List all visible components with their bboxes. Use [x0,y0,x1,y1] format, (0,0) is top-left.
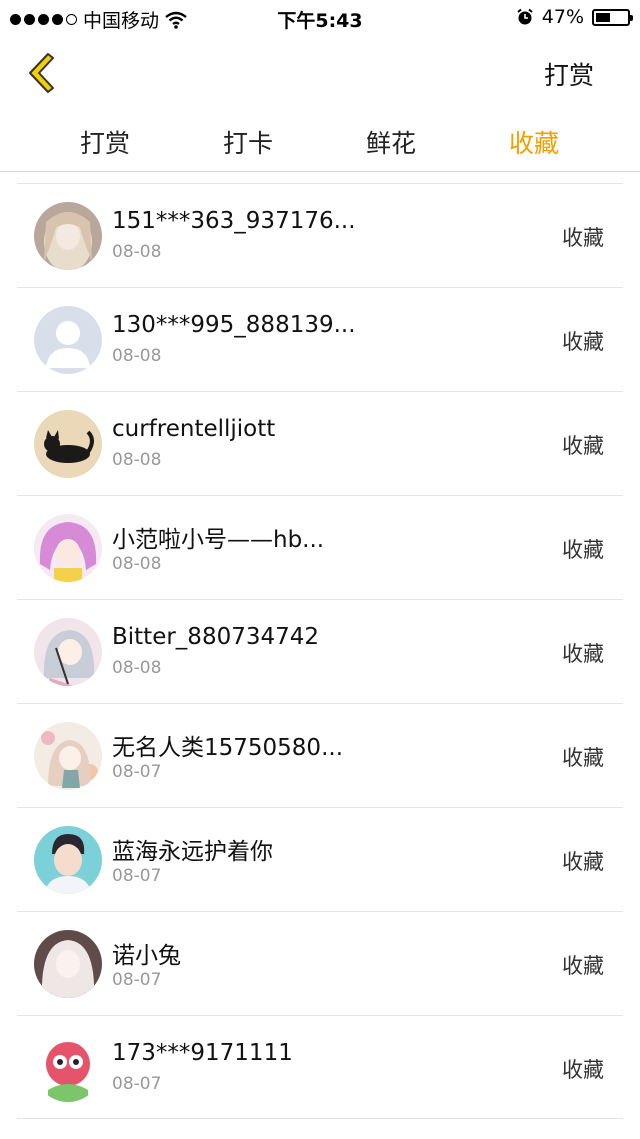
list-item[interactable]: 173***9171111 08-07 收藏 [17,1015,623,1119]
item-date: 08-07 [112,1074,162,1094]
reward-button[interactable]: 打赏 [544,56,594,92]
avatar-anime-silver-icon[interactable] [34,618,102,686]
avatar-black-cat-icon[interactable] [34,410,102,478]
item-action-label: 收藏 [562,954,604,978]
item-date: 08-08 [112,242,162,262]
tab-favorites[interactable]: 收藏 [509,124,559,160]
status-right: 47% [516,6,633,28]
list-item[interactable]: 无名人类15750580... 08-07 收藏 [17,703,623,807]
item-action-label: 收藏 [562,850,604,874]
item-username: 130***995_888139... [112,312,356,338]
list-item[interactable]: curfrentelljiott 08-08 收藏 [17,391,623,495]
item-username: 诺小兔 [112,943,181,969]
avatar-anime-girl-icon[interactable] [34,202,102,270]
item-username: 173***9171111 [112,1040,293,1066]
status-bar: 中国移动 下午5:43 47% [0,0,640,36]
list-item[interactable]: 130***995_888139... 08-08 收藏 [17,287,623,391]
nav-bar: 打赏 [0,36,640,108]
tab-bar: 打赏 打卡 鲜花 收藏 [0,108,640,170]
item-username: 无名人类15750580... [112,735,343,761]
item-action-label: 收藏 [562,1058,604,1082]
alarm-clock-icon [516,8,534,26]
item-action-label: 收藏 [562,434,604,458]
item-action-label: 收藏 [562,746,604,770]
list-item[interactable]: Bitter_880734742 08-08 收藏 [17,599,623,703]
chevron-left-icon [29,53,54,93]
item-action-label: 收藏 [562,226,604,250]
favorites-list: 151***363_937176... 08-08 收藏 130***995_8… [17,183,623,1119]
item-username: 小范啦小号——hb... [112,527,325,553]
item-username: 151***363_937176... [112,208,356,234]
header-divider [0,171,640,172]
list-item[interactable]: 151***363_937176... 08-08 收藏 [17,183,623,287]
avatar-anime-white-hair-icon[interactable] [34,930,102,998]
item-username: curfrentelljiott [112,416,276,442]
battery-fill [596,12,611,22]
item-action-label: 收藏 [562,642,604,666]
avatar-cartoon-mascot-icon[interactable] [34,1034,102,1102]
avatar-boy-icon[interactable] [34,826,102,894]
item-username: 蓝海永远护着你 [112,839,273,865]
avatar-anime-pink-icon[interactable] [34,514,102,582]
item-date: 08-08 [112,346,162,366]
tab-checkin[interactable]: 打卡 [223,124,273,160]
avatar-default-person-icon[interactable] [34,306,102,374]
list-item[interactable]: 诺小兔 08-07 收藏 [17,911,623,1015]
battery-percent: 47% [541,6,584,28]
item-date: 08-07 [112,970,162,990]
list-item[interactable]: 小范啦小号——hb... 08-08 收藏 [17,495,623,599]
battery-icon [592,8,633,26]
item-username: Bitter_880734742 [112,624,320,650]
avatar-anime-floral-icon[interactable] [34,722,102,790]
item-date: 08-08 [112,554,162,574]
item-date: 08-08 [112,450,162,470]
tab-flowers[interactable]: 鲜花 [366,124,416,160]
item-action-label: 收藏 [562,538,604,562]
tab-reward[interactable]: 打赏 [80,124,130,160]
back-button[interactable] [22,50,62,96]
item-date: 08-07 [112,762,162,782]
item-action-label: 收藏 [562,330,604,354]
list-item[interactable]: 蓝海永远护着你 08-07 收藏 [17,807,623,911]
item-date: 08-08 [112,658,162,678]
item-date: 08-07 [112,866,162,886]
